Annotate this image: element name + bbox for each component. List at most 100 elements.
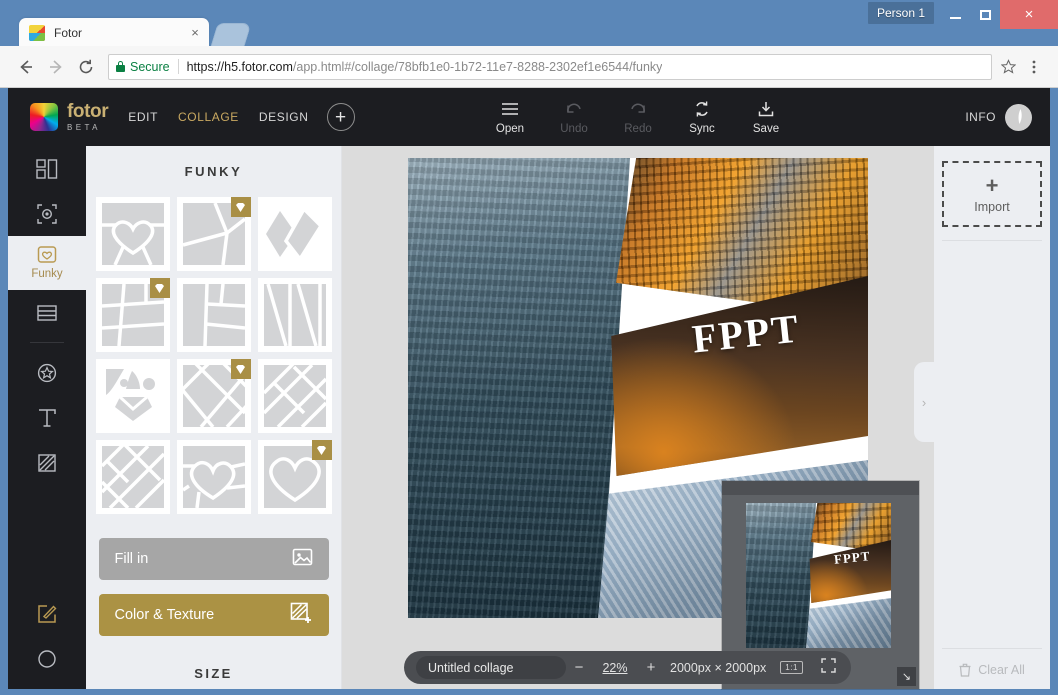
picture-icon xyxy=(292,547,313,572)
collage-name-input[interactable]: Untitled collage xyxy=(416,656,566,679)
lock-icon xyxy=(116,61,125,72)
canvas-dimensions: 2000px × 2000px xyxy=(670,660,767,675)
heart-badge-icon xyxy=(37,246,57,263)
url-host: https://h5.fotor.com xyxy=(186,59,293,74)
actual-size-button[interactable]: 1:1 xyxy=(780,661,803,674)
minus-icon: − xyxy=(574,659,584,676)
save-button[interactable]: Save xyxy=(734,100,798,135)
contrast-circle-icon xyxy=(38,649,56,668)
collage-name-value: Untitled collage xyxy=(428,660,514,675)
sync-button[interactable]: Sync xyxy=(670,100,734,135)
brand-name: fotor xyxy=(67,101,109,122)
panel-divider xyxy=(942,648,1042,649)
templates-panel: FUNKY Fill in Color & Texture SIZE xyxy=(86,146,342,689)
focus-target-icon xyxy=(37,203,57,224)
fotor-logo[interactable]: fotor BETA xyxy=(30,101,109,132)
sidebar-item-layout[interactable] xyxy=(8,146,86,191)
collage-tile-city-street[interactable] xyxy=(408,158,630,618)
sidebar-item-stripes[interactable] xyxy=(8,290,86,335)
left-icon-rail: Funky xyxy=(8,146,86,689)
tab-title: Fotor xyxy=(54,25,83,40)
sidebar-item-texture[interactable] xyxy=(8,440,86,485)
open-button[interactable]: Open xyxy=(478,100,542,135)
template-heart-outline-fill[interactable] xyxy=(176,440,251,514)
text-t-icon xyxy=(39,408,56,427)
add-button[interactable]: + xyxy=(326,103,355,131)
brand-beta: BETA xyxy=(67,123,101,132)
save-label: Save xyxy=(752,122,780,135)
plus-icon: + xyxy=(985,172,999,198)
undo-arrow-icon xyxy=(542,100,606,119)
template-big-heart[interactable] xyxy=(257,440,332,514)
close-icon: × xyxy=(191,25,199,40)
url-path: /app.html#/collage/78bfb1e0-1b72-11e7-82… xyxy=(292,59,663,74)
sidebar-item-sticker[interactable] xyxy=(8,350,86,395)
nav-design[interactable]: DESIGN xyxy=(259,110,309,124)
redo-button[interactable]: Redo xyxy=(606,100,670,135)
pencil-square-icon xyxy=(38,604,57,623)
template-zigzag-strips[interactable] xyxy=(257,278,332,352)
template-diamond-corner[interactable] xyxy=(257,359,332,433)
sidebar-item-edit-note[interactable] xyxy=(8,591,86,636)
template-heart-quad[interactable] xyxy=(95,197,170,271)
address-bar[interactable]: Secure https://h5.fotor.com/app.html#/co… xyxy=(108,53,992,80)
url-text: https://h5.fotor.com/app.html#/collage/7… xyxy=(187,60,663,74)
template-radial-split[interactable] xyxy=(176,197,251,271)
sidebar-item-contrast[interactable] xyxy=(8,636,86,681)
fill-in-button[interactable]: Fill in xyxy=(98,538,329,580)
zoom-in-button[interactable]: + xyxy=(638,659,664,676)
star-badge-icon xyxy=(37,363,57,382)
diamond-icon xyxy=(155,283,164,293)
template-diamond-lattice[interactable] xyxy=(176,359,251,433)
nav-edit[interactable]: EDIT xyxy=(128,110,158,124)
rail-divider xyxy=(30,342,64,343)
chrome-menu-icon xyxy=(1032,60,1036,73)
zoom-level-value[interactable]: 22% xyxy=(592,661,638,675)
zoom-out-button[interactable]: − xyxy=(566,659,592,676)
bookmark-star-button[interactable] xyxy=(995,54,1021,80)
back-arrow-icon xyxy=(20,59,32,74)
undo-button[interactable]: Undo xyxy=(542,100,606,135)
clear-all-button[interactable]: Clear All xyxy=(934,663,1050,677)
one-to-one-label: 1:1 xyxy=(785,663,798,672)
chrome-menu-button[interactable] xyxy=(1021,54,1047,80)
template-double-diamond[interactable] xyxy=(257,197,332,271)
template-diagonal-mosaic[interactable] xyxy=(95,440,170,514)
zoom-toolbar: Untitled collage − 22% + 2000px × 2000px… xyxy=(404,651,851,684)
preview-tile-glass-roof xyxy=(806,598,891,648)
save-download-icon xyxy=(734,100,798,119)
sidebar-item-text[interactable] xyxy=(8,395,86,440)
sync-icon xyxy=(670,100,734,119)
resize-handle-icon: ↘ xyxy=(901,671,912,683)
info-button[interactable]: INFO xyxy=(965,110,996,124)
bookmark-star-icon xyxy=(1000,59,1016,74)
sidebar-item-focus[interactable] xyxy=(8,191,86,236)
fotor-logo-icon xyxy=(30,103,58,131)
color-texture-button[interactable]: Color & Texture xyxy=(98,594,329,636)
hamburger-icon xyxy=(478,100,542,119)
template-vertical-blocks[interactable] xyxy=(176,278,251,352)
fullscreen-icon xyxy=(821,657,836,673)
import-panel: + Import Clear All xyxy=(934,146,1050,689)
plus-icon: + xyxy=(646,659,656,676)
import-dropzone[interactable]: + Import xyxy=(942,161,1042,227)
premium-badge xyxy=(311,440,332,460)
reload-button[interactable] xyxy=(71,52,101,82)
template-abstract-face[interactable] xyxy=(95,359,170,433)
template-skewed-grid[interactable] xyxy=(95,278,170,352)
new-tab-button[interactable] xyxy=(210,23,252,47)
sidebar-item-funky[interactable]: Funky xyxy=(8,236,86,290)
template-grid xyxy=(86,197,341,514)
user-avatar[interactable] xyxy=(1005,103,1032,131)
browser-tab-fotor[interactable]: Fotor × xyxy=(19,18,209,47)
panel-collapse-handle[interactable]: › xyxy=(914,362,934,442)
fullscreen-button[interactable] xyxy=(821,657,836,678)
browser-toolbar: Secure https://h5.fotor.com/app.html#/co… xyxy=(0,46,1058,88)
rows-icon xyxy=(37,304,57,321)
collage-tile-church-dusk[interactable]: FPPT xyxy=(611,276,868,476)
tab-close-button[interactable]: × xyxy=(187,25,203,41)
forward-button[interactable] xyxy=(41,52,71,82)
back-button[interactable] xyxy=(11,52,41,82)
nav-collage[interactable]: COLLAGE xyxy=(178,110,239,124)
preview-resize-handle[interactable]: ↘ xyxy=(897,667,916,686)
